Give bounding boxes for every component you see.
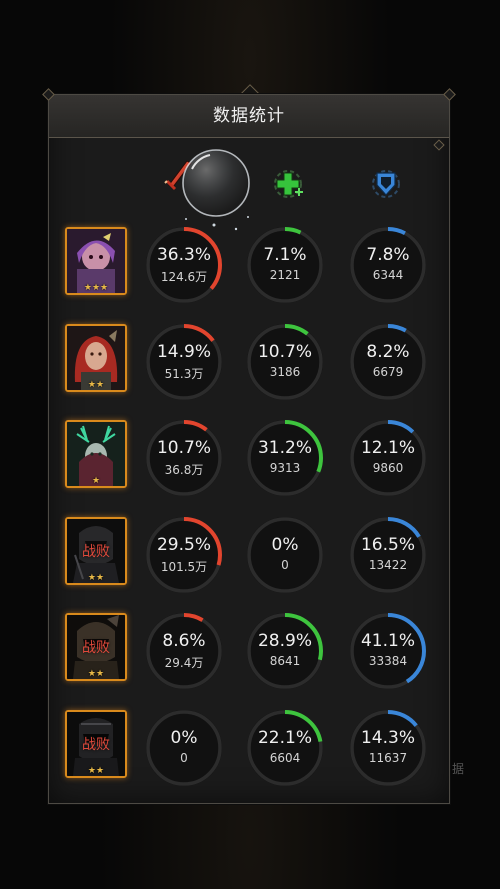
healing-plus-icon[interactable] (271, 167, 305, 205)
stat-value: 124.6万 (160, 270, 208, 284)
stat-percent: 0% (271, 534, 299, 555)
ring-graphic (247, 516, 323, 593)
hero-avatar[interactable]: ★★ (65, 323, 127, 392)
stat-value: 29.4万 (164, 656, 204, 670)
star-rating: ★★ (87, 765, 105, 776)
stat-ring: 8.6% 29.4万 (144, 611, 224, 691)
ring-graphic (350, 709, 426, 786)
star-rating: ★ (91, 476, 101, 486)
stat-value: 6344 (372, 268, 404, 282)
stat-value: 11637 (368, 750, 408, 765)
shield-defense-icon[interactable] (369, 167, 403, 205)
stat-percent: 0% (170, 727, 198, 748)
stat-ring: 0% 0 (144, 708, 224, 788)
stat-percent: 16.5% (360, 534, 415, 555)
stat-ring: 28.9% 8641 (245, 611, 325, 691)
stat-percent: 22.1% (257, 727, 312, 748)
star-rating: ★★ (87, 379, 105, 390)
panel-title: 数据统计 (213, 106, 285, 126)
stat-ring: 14.9% 51.3万 (144, 322, 224, 402)
stat-percent: 41.1% (360, 631, 415, 651)
stat-value: 9860 (372, 461, 404, 475)
stat-value: 101.5万 (160, 559, 208, 574)
hero-avatar[interactable]: ★★★ (65, 227, 127, 295)
stat-ring: 8.2% 6679 (348, 322, 428, 402)
stat-value: 36.8万 (164, 463, 204, 477)
stat-value: 51.3万 (164, 366, 204, 381)
stat-percent: 10.7% (156, 438, 211, 458)
stat-ring: 0% 0 (245, 515, 325, 595)
defeated-label: 战败 (82, 640, 110, 656)
stat-value: 0 (180, 750, 188, 765)
stat-value: 6679 (372, 364, 404, 379)
stat-percent: 8.2% (366, 341, 410, 362)
hero-avatar[interactable]: 战败 ★★ (65, 516, 127, 585)
side-partial-text: 据 (451, 762, 464, 776)
ring-graphic (350, 613, 426, 689)
stat-percent: 36.3% (156, 245, 211, 265)
stat-value: 6604 (269, 750, 301, 765)
stat-value: 3186 (269, 364, 301, 379)
stat-percent: 31.2% (257, 438, 312, 458)
star-rating: ★★ (87, 669, 105, 679)
stat-ring: 31.2% 9313 (245, 418, 325, 498)
stat-value: 9313 (269, 461, 301, 475)
stat-value: 8641 (269, 654, 301, 668)
stat-ring: 36.3% 124.6万 (144, 225, 224, 305)
stat-ring: 12.1% 9860 (348, 418, 428, 498)
ring-graphic (350, 323, 426, 400)
ring-graphic (146, 227, 222, 303)
corner-ornament (433, 139, 445, 151)
hero-avatar[interactable]: 战败 ★★ (65, 709, 127, 778)
stat-percent: 7.8% (366, 245, 410, 265)
stat-percent: 14.3% (360, 727, 415, 748)
ring-graphic (247, 709, 323, 786)
stat-value: 33384 (368, 654, 408, 668)
ring-graphic (247, 613, 323, 689)
defeated-label: 战败 (82, 736, 110, 753)
stat-percent: 14.9% (156, 341, 211, 362)
ring-graphic (350, 516, 426, 593)
stat-percent: 8.6% (162, 631, 206, 651)
stat-value: 13422 (368, 557, 408, 572)
stat-percent: 29.5% (156, 534, 211, 555)
ring-graphic (247, 227, 323, 303)
stat-ring: 7.8% 6344 (348, 225, 428, 305)
stat-value: 2121 (269, 268, 301, 282)
stats-panel: 数据统计 ★★★ 36.3% 124.6万 7.1% 2121 7.8% 634… (42, 88, 456, 804)
stat-ring: 10.7% 36.8万 (144, 418, 224, 498)
ring-graphic (146, 516, 222, 593)
stat-value: 0 (281, 557, 289, 572)
stat-percent: 10.7% (257, 341, 312, 362)
stat-percent: 7.1% (263, 245, 307, 265)
hero-avatar[interactable]: 战败 ★★ (65, 613, 127, 681)
stat-ring: 10.7% 3186 (245, 322, 325, 402)
defeated-label: 战败 (82, 543, 110, 560)
ring-graphic (247, 420, 323, 496)
ring-graphic (146, 420, 222, 496)
ring-graphic (146, 323, 222, 400)
ring-graphic (146, 613, 222, 689)
stat-ring: 29.5% 101.5万 (144, 515, 224, 595)
ring-graphic (350, 420, 426, 496)
stat-percent: 12.1% (360, 438, 415, 458)
stat-ring: 16.5% 13422 (348, 515, 428, 595)
hero-avatar[interactable]: ★ (65, 420, 127, 488)
ring-graphic (350, 227, 426, 303)
stat-ring: 7.1% 2121 (245, 225, 325, 305)
ring-graphic (247, 323, 323, 400)
star-rating: ★★ (87, 572, 105, 583)
stat-ring: 14.3% 11637 (348, 708, 428, 788)
stat-ring: 22.1% 6604 (245, 708, 325, 788)
stat-percent: 28.9% (257, 631, 312, 651)
star-rating: ★★★ (83, 283, 109, 293)
ring-graphic (146, 709, 222, 786)
stat-ring: 41.1% 33384 (348, 611, 428, 691)
